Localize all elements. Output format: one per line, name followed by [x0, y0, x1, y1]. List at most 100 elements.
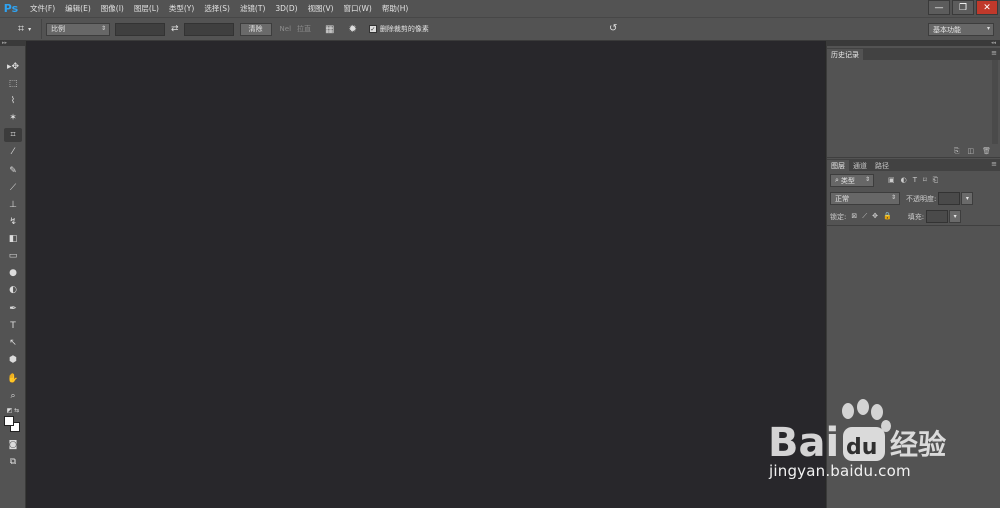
fill-input[interactable] [926, 210, 949, 223]
default-colors-icon[interactable]: ◩ ⇆ [4, 403, 22, 417]
menu-items: 文件(F) 编辑(E) 图像(I) 图层(L) 类型(Y) 选择(S) 滤镜(T… [30, 3, 418, 14]
ratio-select[interactable]: 比例 ⇕ [46, 22, 110, 36]
panel-divider [827, 157, 1000, 158]
document-canvas-area[interactable] [27, 41, 825, 508]
menu-bar: Ps 文件(F) 编辑(E) 图像(I) 图层(L) 类型(Y) 选择(S) 滤… [0, 0, 1000, 17]
crop-tool-icon[interactable]: ⌗ [4, 128, 22, 142]
stamp-tool-icon[interactable]: ⊥ [4, 198, 22, 212]
lock-pixels-icon[interactable]: ⟋ [862, 212, 867, 221]
filter-kind-select[interactable]: ⌕ 类型 ⇕ [830, 174, 874, 187]
toolbox: ▸✥ ⬚ ⌇ ✶ ⌗ ⁄ ✎ ⟋ ⊥ ↯ ◧ ▭ ● ◐ ✒ T ↖ ⬢ ✋ ⌕… [0, 46, 26, 508]
opacity-dropdown-button[interactable]: ▾ [961, 192, 974, 205]
marquee-tool-icon[interactable]: ⬚ [4, 77, 22, 91]
menu-file[interactable]: 文件(F) [30, 3, 55, 14]
swap-icon[interactable]: ⇄ [171, 24, 179, 34]
smart-object-filter-icon[interactable]: ⎗ [933, 176, 939, 185]
workspace-select[interactable]: 基本功能 ▾ [928, 23, 994, 36]
baidu-brand-text: Bai [768, 420, 839, 466]
screen-mode-icon[interactable]: ⧉ [4, 455, 22, 469]
menu-select[interactable]: 选择(S) [204, 3, 230, 14]
dodge-tool-icon[interactable]: ◐ [4, 283, 22, 297]
straighten-label[interactable]: 拉直 [297, 24, 311, 34]
panel-menu-icon[interactable]: ≡ [991, 49, 997, 57]
new-snapshot-icon[interactable]: ⎘ [954, 147, 960, 156]
shape-filter-icon[interactable]: ⌑ [923, 176, 927, 185]
clear-button[interactable]: 清除 [239, 22, 272, 36]
height-input[interactable] [183, 22, 234, 36]
menu-window[interactable]: 窗口(W) [344, 3, 372, 14]
adjustment-filter-icon[interactable]: ◐ [901, 176, 907, 185]
gradient-tool-icon[interactable]: ▭ [4, 249, 22, 263]
stepper-arrows-icon: ⇕ [864, 176, 870, 183]
hand-tool-icon[interactable]: ✋ [4, 372, 22, 386]
width-input[interactable] [115, 22, 165, 36]
camera-icon[interactable]: ◫ [967, 147, 974, 155]
menu-filter[interactable]: 滤镜(T) [240, 3, 265, 14]
menu-layer[interactable]: 图层(L) [134, 3, 159, 14]
pixel-filter-icon[interactable]: ▣ [888, 176, 895, 185]
tab-history[interactable]: 历史记录 [827, 49, 863, 60]
stepper-arrows-icon: ⇕ [100, 24, 106, 32]
pen-tool-icon[interactable]: ✒ [4, 302, 22, 316]
blend-mode-value: 正常 [835, 194, 849, 203]
jingyan-cn-text: 经验 [890, 428, 946, 461]
type-filter-icon[interactable]: T [913, 176, 917, 185]
menu-type[interactable]: 类型(Y) [169, 3, 194, 14]
blend-opacity-row: 正常 ⇕ 不透明度: ▾ [830, 192, 974, 205]
baidu-watermark: Bai du 经验 [768, 399, 946, 466]
quick-mask-icon[interactable]: ◙ [4, 438, 22, 452]
workspace-select-value: 基本功能 [933, 25, 961, 34]
type-tool-icon[interactable]: T [4, 319, 22, 333]
blend-mode-select[interactable]: 正常 ⇕ [830, 192, 900, 205]
watermark-url: jingyan.baidu.com [769, 462, 911, 480]
delete-cropped-checkbox[interactable]: ✓ [368, 25, 377, 33]
options-bar: ⌗ ▾ 比例 ⇕ ⇄ 清除 Nel 拉直 ▦ ✹ ✓ 删除裁剪的像素 ↺ 基本功能… [0, 17, 1000, 41]
shape-tool-icon[interactable]: ⬢ [4, 353, 22, 367]
tab-channels[interactable]: 通道 [849, 160, 871, 171]
lock-position-icon[interactable]: ✥ [872, 212, 878, 221]
zoom-tool-icon[interactable]: ⌕ [4, 389, 22, 403]
blur-tool-icon[interactable]: ● [4, 266, 22, 280]
close-button[interactable]: ✕ [976, 0, 998, 15]
trash-icon[interactable]: 🗑 [982, 147, 991, 155]
stepper-arrows-icon: ⇕ [890, 194, 896, 201]
opacity-label: 不透明度: [906, 194, 937, 203]
window-controls: — ❐ ✕ [926, 0, 998, 15]
lock-fill-row: 锁定: ⊠ ⟋ ✥ 🔒 填充: ▾ [830, 210, 962, 223]
lasso-tool-icon[interactable]: ⌇ [4, 94, 22, 108]
reset-icon[interactable]: ↺ [609, 23, 617, 34]
chevron-down-icon: ▾ [28, 25, 32, 33]
lock-all-icon[interactable]: 🔒 [883, 212, 892, 221]
history-footer: ⎘ ◫ 🗑 [827, 145, 1000, 157]
healing-brush-tool-icon[interactable]: ✎ [4, 164, 22, 178]
eyedropper-tool-icon[interactable]: ⁄ [4, 145, 22, 159]
fill-dropdown-button[interactable]: ▾ [949, 210, 962, 223]
menu-view[interactable]: 视图(V) [308, 3, 334, 14]
fill-label: 填充: [907, 212, 925, 221]
minimize-button[interactable]: — [928, 0, 950, 15]
menu-image[interactable]: 图像(I) [101, 3, 124, 14]
history-brush-tool-icon[interactable]: ↯ [4, 215, 22, 229]
lock-transparent-icon[interactable]: ⊠ [851, 212, 857, 221]
menu-help[interactable]: 帮助(H) [382, 3, 409, 14]
path-selection-tool-icon[interactable]: ↖ [4, 336, 22, 350]
foreground-color-swatch[interactable] [4, 416, 14, 426]
tab-paths[interactable]: 路径 [871, 160, 893, 171]
history-scrollbar[interactable] [992, 60, 998, 144]
grid-overlay-icon[interactable]: ▦ [325, 24, 334, 35]
magic-wand-tool-icon[interactable]: ✶ [4, 111, 22, 125]
brush-tool-icon[interactable]: ⟋ [4, 181, 22, 195]
eraser-tool-icon[interactable]: ◧ [4, 232, 22, 246]
restore-button[interactable]: ❐ [952, 0, 974, 15]
tab-layers[interactable]: 图层 [827, 160, 849, 171]
panel-menu-icon[interactable]: ≡ [991, 160, 997, 168]
straighten-icon[interactable]: Nel [280, 25, 292, 33]
menu-edit[interactable]: 编辑(E) [65, 3, 91, 14]
chevron-down-icon: ▾ [986, 25, 990, 32]
crop-icon: ⌗ [17, 22, 25, 35]
gear-icon[interactable]: ✹ [349, 24, 357, 35]
crop-tool-preset[interactable]: ⌗ ▾ [8, 19, 42, 39]
opacity-input[interactable] [938, 192, 961, 205]
move-tool-icon[interactable]: ▸✥ [4, 60, 22, 74]
menu-3d[interactable]: 3D(D) [275, 4, 297, 13]
